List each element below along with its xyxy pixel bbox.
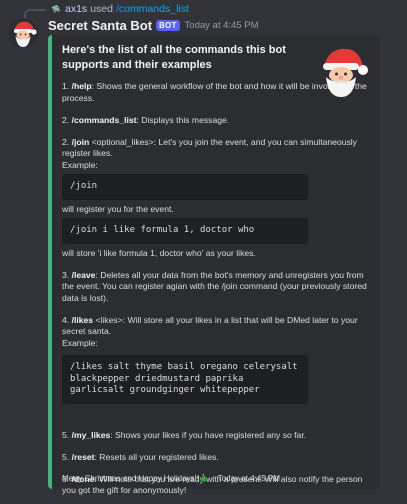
santa-thumbnail-icon[interactable] [314, 43, 370, 99]
reply-user-avatar-icon[interactable]: 🛸 [50, 3, 62, 15]
commands-desc: : Displays this message. [136, 114, 230, 125]
join-command: /join [71, 136, 90, 147]
my-likes-item: 5. /my_likes: Shows your likes if you ha… [62, 430, 370, 442]
leave-command: /leave [71, 269, 96, 280]
footer-text: Merry Christmas and Happy Holidays!!🎄 [62, 474, 209, 483]
my-likes-command: /my_likes [71, 429, 111, 440]
my-likes-desc: : Shows your likes if you have registere… [110, 429, 307, 440]
join-arg: <optional_likes> [89, 136, 154, 147]
likes-command: /likes [71, 314, 94, 325]
help-num: 1. [62, 81, 70, 91]
reply-username[interactable]: ax1s [65, 3, 87, 15]
join-example-label: Example: [62, 159, 98, 170]
embed-footer: Merry Christmas and Happy Holidays!!🎄 • To… [62, 474, 280, 483]
commands-list-item: 2. /commands_list: Displays this message… [62, 115, 370, 127]
join-num: 2. [62, 136, 70, 147]
likes-arg: <likes> [93, 314, 123, 325]
message-header: Secret Santa Bot BOT Today at 4:45 PM [48, 17, 258, 33]
commands-embed: Here's the list of all the commands this… [48, 35, 380, 495]
likes-example-label: Example: [62, 337, 98, 348]
reset-num: 5. [62, 451, 70, 462]
join-code-block-2[interactable]: /join i like formula 1, doctor who [62, 218, 308, 244]
leave-desc: : Deletes all your data from the bot's m… [62, 269, 367, 303]
likes-item: 4. /likes <likes>: Will store all your l… [62, 315, 370, 338]
embed-title: Here's the list of all the commands this… [62, 44, 286, 71]
reply-command-link[interactable]: /commands_list [116, 3, 189, 15]
likes-num: 4. [62, 314, 70, 325]
embed-description: 1. /help: Shows the general workflow of … [62, 77, 370, 497]
reply-used-text: used [90, 3, 113, 15]
commands-command: /commands_list [71, 114, 137, 125]
message-timestamp[interactable]: Today at 4:45 PM [185, 20, 259, 31]
bot-username[interactable]: Secret Santa Bot [48, 18, 152, 33]
join-code2-explanation: will store 'i like formula 1, doctor who… [62, 247, 256, 258]
footer-separator: • [211, 474, 215, 483]
reset-item: 5. /reset: Resets all your registered li… [62, 452, 370, 464]
likes-code-block[interactable]: /likes salt thyme basil oregano celerysa… [62, 355, 308, 404]
join-item: 2. /join <optional_likes>: Let's you joi… [62, 137, 370, 160]
footer-timestamp: Today at 4:45 PM [217, 474, 280, 483]
santa-avatar-icon[interactable] [8, 18, 38, 48]
my-likes-num: 5. [62, 429, 70, 440]
join-code-block-1[interactable]: /join [62, 174, 308, 200]
reset-desc: : Resets all your registered likes. [94, 451, 219, 462]
leave-num: 3. [62, 269, 70, 280]
reset-command: /reset [71, 451, 95, 462]
join-code1-explanation: will register you for the event. [62, 203, 174, 214]
bot-badge: BOT [156, 19, 180, 31]
help-command: /help [71, 81, 92, 91]
reply-reference[interactable]: 🛸 ax1s used /commands_list [24, 2, 189, 21]
commands-num: 2. [62, 114, 70, 125]
leave-item: 3. /leave: Deletes all your data from th… [62, 270, 370, 305]
